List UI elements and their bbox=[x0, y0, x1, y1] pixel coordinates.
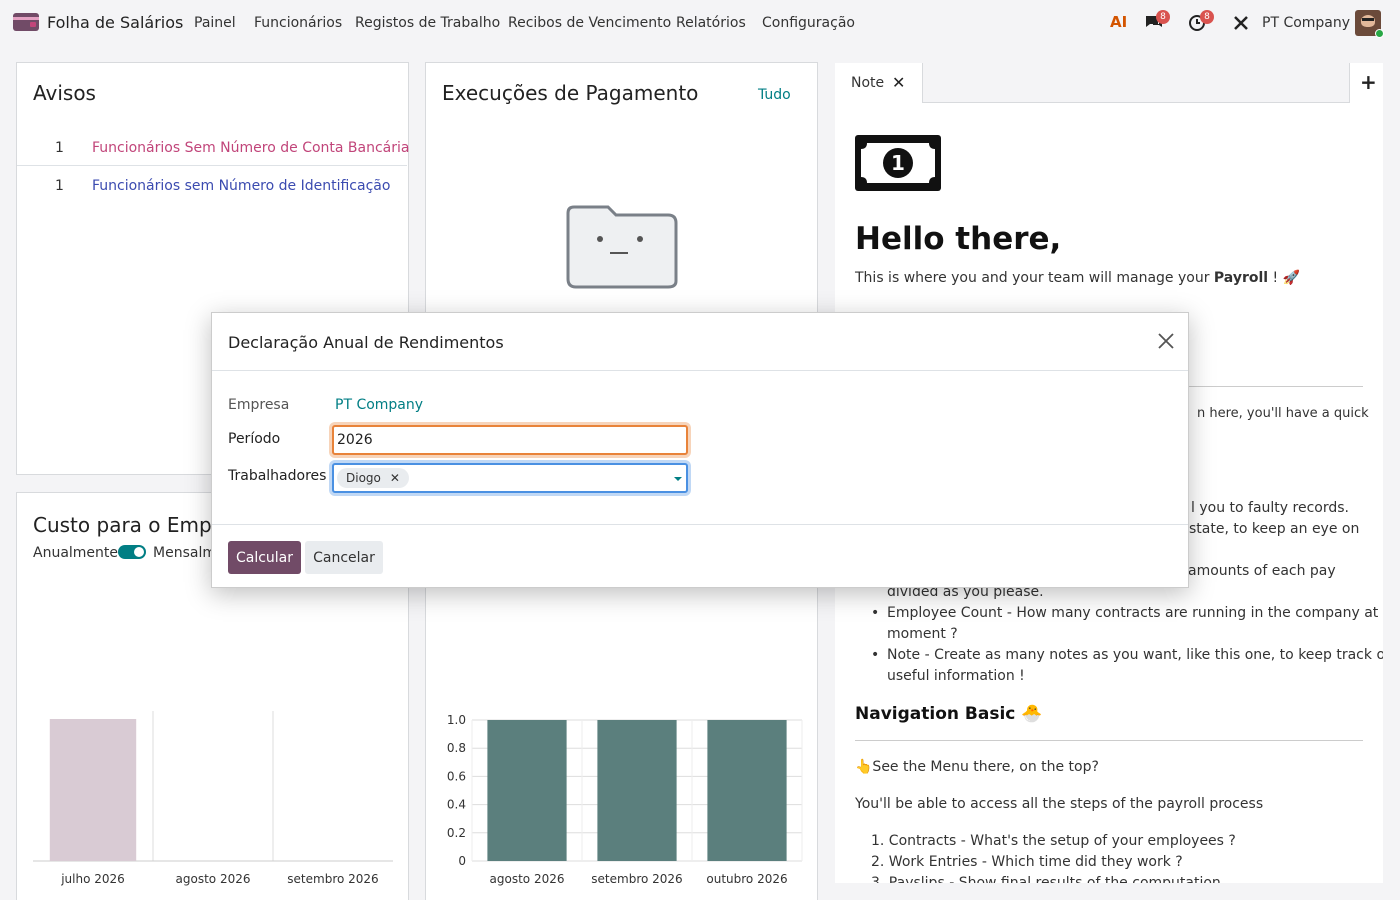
company-value-link[interactable]: PT Company bbox=[335, 397, 423, 413]
cancel-button[interactable]: Cancelar bbox=[305, 541, 383, 574]
workers-many2many-field[interactable]: Diogo ✕ bbox=[332, 463, 688, 493]
period-value: 2026 bbox=[337, 432, 373, 448]
calculate-button[interactable]: Calcular bbox=[228, 541, 301, 574]
dialog-footer-separator bbox=[212, 524, 1188, 525]
dropdown-caret-icon[interactable] bbox=[674, 477, 682, 481]
dialog-title: Declaração Anual de Rendimentos bbox=[228, 333, 504, 352]
worker-tag: Diogo ✕ bbox=[337, 468, 409, 488]
dialog-header-separator bbox=[212, 370, 1188, 371]
workers-label: Trabalhadores bbox=[228, 468, 327, 484]
period-input[interactable]: 2026 bbox=[332, 425, 688, 455]
close-icon[interactable] bbox=[1156, 331, 1176, 351]
period-label: Período bbox=[228, 431, 281, 447]
tag-remove-icon[interactable]: ✕ bbox=[390, 468, 400, 488]
annual-income-dialog: Declaração Anual de Rendimentos Empresa … bbox=[211, 312, 1189, 588]
company-label: Empresa bbox=[228, 397, 290, 413]
worker-tag-label: Diogo bbox=[346, 471, 381, 485]
